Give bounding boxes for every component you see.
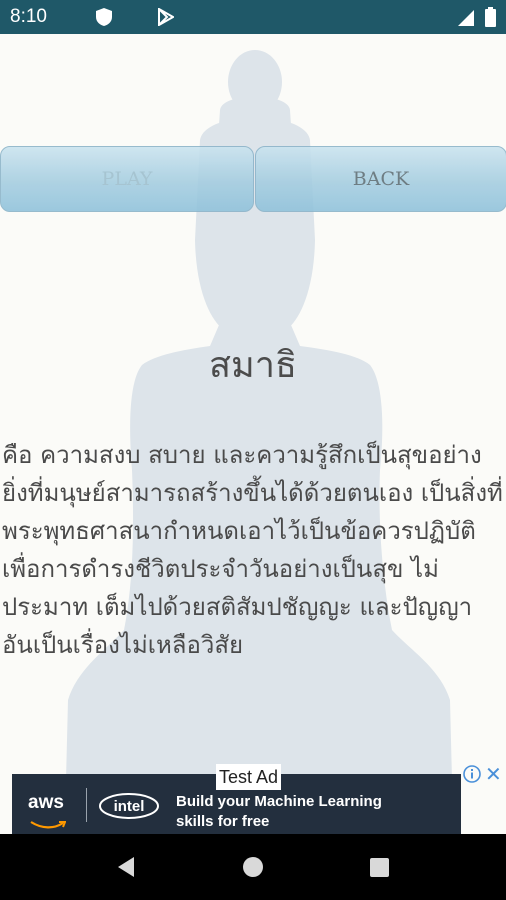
- shield-icon: [96, 8, 112, 30]
- ad-divider: [86, 788, 87, 822]
- page-title: สมาธิ: [209, 345, 297, 386]
- ad-close-icon[interactable]: ✕: [485, 762, 502, 786]
- description-text: คือ ความสงบ สบาย และความรู้สึกเป็นสุขอย่…: [2, 441, 503, 659]
- test-ad-label: Test Ad: [216, 764, 282, 790]
- ad-headline-line1: Build your Machine Learning: [176, 793, 382, 810]
- intel-logo-text: intel: [114, 798, 145, 815]
- back-icon[interactable]: [116, 856, 136, 882]
- home-icon[interactable]: [243, 857, 263, 877]
- status-time: 8:10: [10, 6, 47, 27]
- back-button-label: BACK: [352, 168, 410, 190]
- ad-headline-line2: skills for free: [176, 813, 270, 830]
- back-button[interactable]: BACK: [255, 146, 506, 212]
- recents-icon[interactable]: [370, 858, 389, 877]
- battery-icon: [485, 7, 496, 31]
- signal-icon: [458, 10, 474, 30]
- aws-logo: aws: [28, 792, 64, 813]
- play-button[interactable]: PLAY: [0, 146, 254, 212]
- ad-headline: Build your Machine Learning skills for f…: [176, 792, 382, 832]
- play-store-icon: [158, 7, 176, 30]
- aws-smile-icon: [30, 814, 67, 833]
- navigation-bar: [0, 834, 506, 900]
- play-button-label: PLAY: [101, 168, 153, 190]
- intel-logo: intel: [98, 792, 160, 824]
- status-bar: 8:10: [0, 0, 506, 34]
- ad-info-icon[interactable]: [463, 765, 481, 787]
